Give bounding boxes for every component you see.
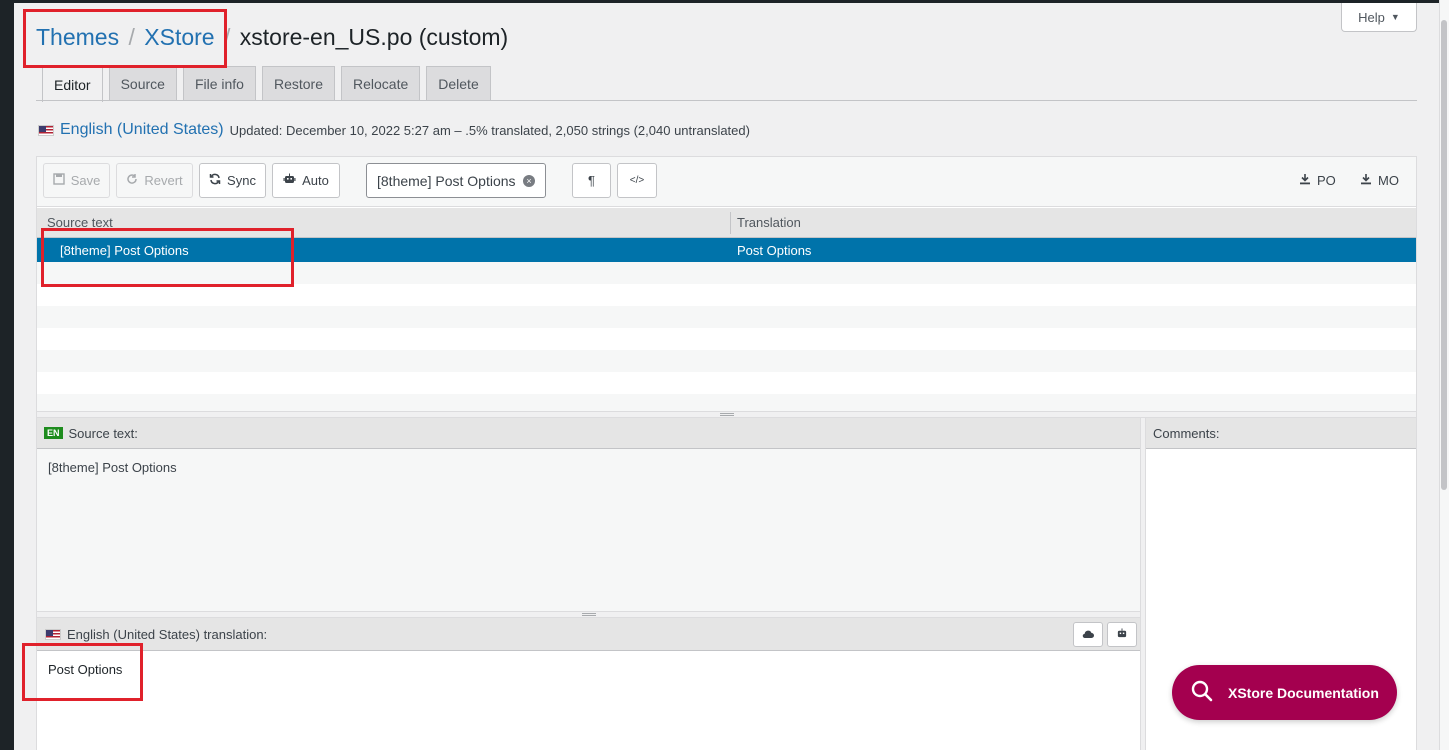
toggle-code-view-button[interactable]: </> (617, 163, 657, 198)
splitter-grip-icon (719, 413, 734, 416)
source-text-value: [8theme] Post Options (48, 460, 177, 475)
pilcrow-icon: ¶ (588, 173, 595, 188)
page-title: Themes / XStore / xstore-en_US.po (custo… (36, 24, 508, 51)
tab-relocate[interactable]: Relocate (341, 66, 421, 101)
filter-search-input[interactable]: [8theme] Post Options × (366, 163, 546, 198)
grid-editor-splitter[interactable] (37, 411, 1416, 418)
string-row[interactable]: [8theme] Post Options Post Options (37, 238, 1416, 262)
tab-source[interactable]: Source (108, 66, 177, 101)
revert-icon (126, 173, 138, 188)
source-translation-splitter[interactable] (37, 611, 1140, 618)
translation-text-value: Post Options (48, 662, 123, 677)
auto-translate-button[interactable]: Auto (272, 163, 340, 198)
toggle-invisibles-button[interactable]: ¶ (572, 163, 611, 198)
tab-editor[interactable]: Editor (42, 66, 103, 102)
revert-button[interactable]: Revert (116, 163, 193, 198)
translation-stats: Updated: December 10, 2022 5:27 am – .5%… (229, 122, 750, 138)
caret-down-icon: ▼ (1390, 12, 1400, 22)
empty-row (37, 328, 1416, 350)
cloud-icon (1082, 628, 1094, 642)
row-translation-text: Post Options (737, 243, 812, 258)
download-icon (1299, 173, 1311, 188)
sync-label: Sync (227, 173, 256, 188)
us-flag-icon (38, 124, 54, 136)
empty-row (37, 372, 1416, 394)
clear-search-icon[interactable]: × (523, 174, 535, 187)
search-icon (1190, 679, 1214, 706)
auto-translate-string-button[interactable] (1107, 622, 1137, 647)
breadcrumb-separator: / (128, 24, 135, 50)
editor-tabs: Editor Source File info Restore Relocate… (42, 66, 491, 102)
source-pane-header: EN Source text: (37, 418, 1140, 449)
comments-label: Comments: (1153, 426, 1220, 441)
en-language-badge: EN (44, 427, 63, 439)
strings-grid-header: Source text Translation (37, 208, 1416, 238)
code-icon: </> (629, 175, 645, 186)
locale-name-link[interactable]: English (United States) (60, 121, 224, 139)
tab-delete[interactable]: Delete (426, 66, 491, 101)
robot-icon (283, 173, 296, 188)
strings-list: [8theme] Post Options Post Options (37, 238, 1416, 416)
admin-sidebar-edge (0, 0, 14, 750)
help-label: Help (1358, 9, 1385, 25)
download-icon (1360, 173, 1372, 188)
floppy-disk-icon (52, 173, 65, 188)
cloud-suggest-button[interactable] (1073, 622, 1103, 647)
translation-pane-header: English (United States) translation: (37, 618, 1140, 651)
sync-button[interactable]: Sync (199, 163, 266, 198)
auto-label: Auto (302, 173, 329, 188)
tab-file-info[interactable]: File info (182, 66, 256, 101)
row-source-text: [8theme] Post Options (60, 243, 189, 258)
breadcrumb-file: xstore-en_US.po (custom) (239, 24, 509, 50)
translation-textarea[interactable]: Post Options (37, 651, 1140, 750)
locale-info: English (United States) Updated: Decembe… (38, 121, 750, 139)
revert-label: Revert (144, 173, 183, 188)
documentation-label: XStore Documentation (1228, 684, 1379, 701)
xstore-documentation-button[interactable]: XStore Documentation (1172, 665, 1397, 720)
robot-icon (1116, 627, 1128, 642)
translation-column-header[interactable]: Translation (737, 215, 801, 230)
breadcrumb-separator: / (223, 24, 231, 50)
source-column-header[interactable]: Source text (47, 215, 113, 230)
page-scrollbar-thumb[interactable] (1441, 20, 1447, 490)
save-button[interactable]: Save (43, 163, 110, 198)
column-resize-handle[interactable] (730, 212, 731, 234)
filter-value: [8theme] Post Options (377, 172, 516, 189)
us-flag-icon (45, 628, 61, 640)
editor-toolbar: Save Revert Sync Auto [8theme] Post Opti… (37, 157, 1416, 207)
sync-icon (209, 173, 221, 188)
tabs-divider (36, 100, 1417, 101)
save-label: Save (70, 173, 101, 188)
comments-pane-header: Comments: (1146, 418, 1416, 449)
empty-row (37, 284, 1416, 306)
source-pane-label: Source text: (68, 425, 138, 441)
translation-editor: Save Revert Sync Auto [8theme] Post Opti… (36, 156, 1417, 750)
tab-restore[interactable]: Restore (261, 66, 335, 101)
download-mo-label: MO (1378, 173, 1399, 188)
breadcrumb-xstore-link[interactable]: XStore (144, 24, 214, 50)
translation-pane-label: English (United States) translation: (67, 626, 268, 642)
empty-row (37, 262, 1416, 284)
empty-row (37, 350, 1416, 372)
download-po-button[interactable]: PO (1299, 173, 1336, 188)
admin-top-bar (14, 0, 1439, 3)
splitter-grip-icon (581, 613, 596, 616)
help-button[interactable]: Help ▼ (1341, 3, 1417, 32)
download-mo-button[interactable]: MO (1360, 173, 1399, 188)
download-po-label: PO (1317, 173, 1336, 188)
breadcrumb-themes-link[interactable]: Themes (36, 24, 119, 50)
source-text-display: [8theme] Post Options (37, 449, 1140, 611)
empty-row (37, 306, 1416, 328)
